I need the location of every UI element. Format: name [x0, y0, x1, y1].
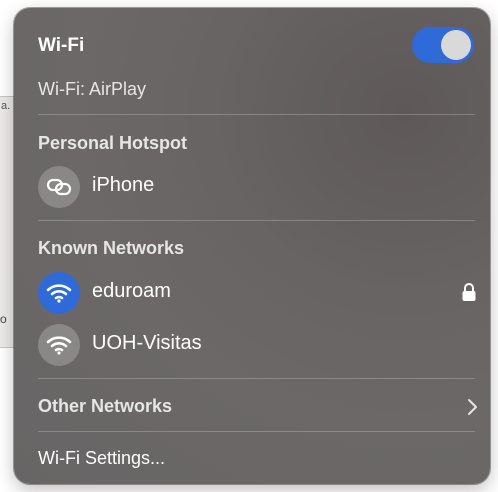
network-item-eduroam[interactable]: eduroam	[28, 268, 478, 316]
section-title-known-networks: Known Networks	[38, 238, 185, 258]
other-networks-label: Other Networks	[38, 396, 173, 416]
network-item-label: eduroam	[92, 280, 171, 302]
wifi-settings-button[interactable]: Wi-Fi Settings...	[28, 438, 478, 478]
wifi-icon	[38, 324, 80, 366]
divider	[38, 114, 475, 115]
wifi-title: Wi-Fi	[38, 35, 85, 56]
divider	[38, 220, 475, 221]
chevron-right-icon	[468, 399, 477, 415]
background-window	[0, 96, 14, 348]
background-text-2: o	[0, 312, 7, 326]
divider	[38, 431, 475, 432]
divider	[38, 378, 475, 379]
lock-icon	[462, 283, 476, 301]
wifi-settings-label: Wi-Fi Settings...	[38, 448, 166, 468]
hotspot-item-iphone[interactable]: iPhone	[28, 162, 478, 210]
wifi-menu-panel: Wi-Fi Wi-Fi: AirPlay Personal Hotspot iP…	[14, 8, 490, 484]
wifi-airplay-label: Wi-Fi: AirPlay	[38, 79, 146, 99]
toggle-knob	[441, 30, 471, 60]
network-item-uoh-visitas[interactable]: UOH-Visitas	[28, 320, 478, 368]
hotspot-link-icon	[38, 166, 80, 208]
section-title-personal-hotspot: Personal Hotspot	[38, 133, 188, 153]
other-networks-button[interactable]: Other Networks	[28, 386, 478, 426]
background-text: a.	[1, 100, 11, 112]
wifi-toggle[interactable]	[412, 27, 474, 63]
wifi-icon	[38, 272, 80, 314]
network-item-label: UOH-Visitas	[92, 332, 202, 354]
hotspot-item-label: iPhone	[92, 174, 155, 196]
